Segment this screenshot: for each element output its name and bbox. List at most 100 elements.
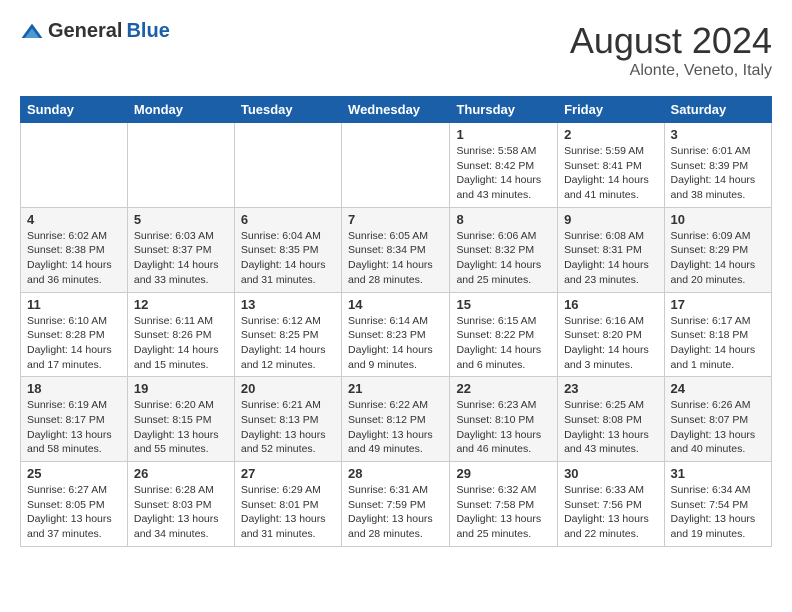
day-info: Sunrise: 6:05 AM Sunset: 8:34 PM Dayligh… — [348, 229, 443, 288]
day-info: Sunrise: 6:04 AM Sunset: 8:35 PM Dayligh… — [241, 229, 335, 288]
day-info: Sunrise: 6:11 AM Sunset: 8:26 PM Dayligh… — [134, 314, 228, 373]
title-area: August 2024 Alonte, Veneto, Italy — [570, 20, 772, 80]
day-info: Sunrise: 6:31 AM Sunset: 7:59 PM Dayligh… — [348, 483, 443, 542]
day-number: 23 — [564, 381, 657, 396]
calendar-cell: 3Sunrise: 6:01 AM Sunset: 8:39 PM Daylig… — [664, 123, 771, 208]
calendar-cell: 16 Sunrise: 6:16 AM Sunset: 8:20 PM Dayli… — [558, 292, 664, 377]
day-number: 11 — [27, 297, 121, 312]
day-info: Sunrise: 6:19 AM Sunset: 8:17 PM Dayligh… — [27, 398, 121, 457]
day-number: 24 — [671, 381, 765, 396]
day-number: 1 — [456, 127, 551, 142]
calendar-cell: 13 Sunrise: 6:12 AM Sunset: 8:25 PM Dayli… — [234, 292, 341, 377]
calendar-cell: 20Sunrise: 6:21 AM Sunset: 8:13 PM Dayli… — [234, 377, 341, 462]
calendar-week-row: 4Sunrise: 6:02 AM Sunset: 8:38 PM Daylig… — [21, 207, 772, 292]
day-info: Sunrise: 6:22 AM Sunset: 8:12 PM Dayligh… — [348, 398, 443, 457]
calendar-cell — [342, 123, 450, 208]
day-number: 19 — [134, 381, 228, 396]
day-info: Sunrise: 6:09 AM Sunset: 8:29 PM Dayligh… — [671, 229, 765, 288]
day-number: 8 — [456, 212, 551, 227]
header: GeneralBlue August 2024 Alonte, Veneto, … — [20, 20, 772, 80]
day-info: Sunrise: 6:12 AM Sunset: 8:25 PM Dayligh… — [241, 314, 335, 373]
calendar-cell — [234, 123, 341, 208]
logo-general: General — [48, 20, 122, 43]
calendar-cell: 7 Sunrise: 6:05 AM Sunset: 8:34 PM Daylig… — [342, 207, 450, 292]
day-number: 29 — [456, 466, 551, 481]
location-subtitle: Alonte, Veneto, Italy — [570, 62, 772, 80]
day-number: 4 — [27, 212, 121, 227]
logo-area: GeneralBlue — [20, 20, 170, 43]
calendar-cell: 15Sunrise: 6:15 AM Sunset: 8:22 PM Dayli… — [450, 292, 558, 377]
weekday-header-wednesday: Wednesday — [342, 97, 450, 123]
weekday-header-tuesday: Tuesday — [234, 97, 341, 123]
day-info: Sunrise: 6:20 AM Sunset: 8:15 PM Dayligh… — [134, 398, 228, 457]
day-number: 31 — [671, 466, 765, 481]
day-number: 10 — [671, 212, 765, 227]
month-title: August 2024 — [570, 20, 772, 62]
day-info: Sunrise: 6:26 AM Sunset: 8:07 PM Dayligh… — [671, 398, 765, 457]
day-number: 30 — [564, 466, 657, 481]
weekday-header-sunday: Sunday — [21, 97, 128, 123]
day-number: 13 — [241, 297, 335, 312]
calendar-cell: 5 Sunrise: 6:03 AM Sunset: 8:37 PM Daylig… — [127, 207, 234, 292]
weekday-header-monday: Monday — [127, 97, 234, 123]
day-number: 16 — [564, 297, 657, 312]
calendar-table: SundayMondayTuesdayWednesdayThursdayFrid… — [20, 96, 772, 547]
calendar-cell: 21 Sunrise: 6:22 AM Sunset: 8:12 PM Dayli… — [342, 377, 450, 462]
day-info: Sunrise: 6:17 AM Sunset: 8:18 PM Dayligh… — [671, 314, 765, 373]
day-info: Sunrise: 6:28 AM Sunset: 8:03 PM Dayligh… — [134, 483, 228, 542]
day-info: Sunrise: 6:08 AM Sunset: 8:31 PM Dayligh… — [564, 229, 657, 288]
calendar-cell: 29 Sunrise: 6:32 AM Sunset: 7:58 PM Dayli… — [450, 462, 558, 547]
day-info: Sunrise: 6:03 AM Sunset: 8:37 PM Dayligh… — [134, 229, 228, 288]
calendar-week-row: 1 Sunrise: 5:58 AM Sunset: 8:42 PM Daylig… — [21, 123, 772, 208]
logo-icon — [20, 22, 44, 42]
day-number: 26 — [134, 466, 228, 481]
calendar-cell — [21, 123, 128, 208]
calendar-cell: 11 Sunrise: 6:10 AM Sunset: 8:28 PM Dayli… — [21, 292, 128, 377]
calendar-cell: 2 Sunrise: 5:59 AM Sunset: 8:41 PM Daylig… — [558, 123, 664, 208]
day-number: 25 — [27, 466, 121, 481]
calendar-cell: 12 Sunrise: 6:11 AM Sunset: 8:26 PM Dayli… — [127, 292, 234, 377]
calendar-cell: 23 Sunrise: 6:25 AM Sunset: 8:08 PM Dayli… — [558, 377, 664, 462]
day-number: 12 — [134, 297, 228, 312]
day-info: Sunrise: 6:25 AM Sunset: 8:08 PM Dayligh… — [564, 398, 657, 457]
day-info: Sunrise: 6:33 AM Sunset: 7:56 PM Dayligh… — [564, 483, 657, 542]
day-info: Sunrise: 5:59 AM Sunset: 8:41 PM Dayligh… — [564, 144, 657, 203]
weekday-header-row: SundayMondayTuesdayWednesdayThursdayFrid… — [21, 97, 772, 123]
calendar-week-row: 18 Sunrise: 6:19 AM Sunset: 8:17 PM Dayli… — [21, 377, 772, 462]
day-number: 28 — [348, 466, 443, 481]
calendar-week-row: 11 Sunrise: 6:10 AM Sunset: 8:28 PM Dayli… — [21, 292, 772, 377]
calendar-cell: 6 Sunrise: 6:04 AM Sunset: 8:35 PM Daylig… — [234, 207, 341, 292]
day-number: 21 — [348, 381, 443, 396]
calendar-cell: 10 Sunrise: 6:09 AM Sunset: 8:29 PM Dayli… — [664, 207, 771, 292]
day-number: 18 — [27, 381, 121, 396]
calendar-cell: 31Sunrise: 6:34 AM Sunset: 7:54 PM Dayli… — [664, 462, 771, 547]
day-info: Sunrise: 6:32 AM Sunset: 7:58 PM Dayligh… — [456, 483, 551, 542]
day-info: Sunrise: 6:16 AM Sunset: 8:20 PM Dayligh… — [564, 314, 657, 373]
day-number: 6 — [241, 212, 335, 227]
calendar-cell: 24 Sunrise: 6:26 AM Sunset: 8:07 PM Dayli… — [664, 377, 771, 462]
calendar-cell: 22Sunrise: 6:23 AM Sunset: 8:10 PM Dayli… — [450, 377, 558, 462]
day-number: 17 — [671, 297, 765, 312]
calendar-cell: 25 Sunrise: 6:27 AM Sunset: 8:05 PM Dayli… — [21, 462, 128, 547]
day-number: 14 — [348, 297, 443, 312]
calendar-cell: 27Sunrise: 6:29 AM Sunset: 8:01 PM Dayli… — [234, 462, 341, 547]
calendar-cell: 9 Sunrise: 6:08 AM Sunset: 8:31 PM Daylig… — [558, 207, 664, 292]
day-number: 9 — [564, 212, 657, 227]
calendar-cell: 1 Sunrise: 5:58 AM Sunset: 8:42 PM Daylig… — [450, 123, 558, 208]
weekday-header-saturday: Saturday — [664, 97, 771, 123]
calendar-cell: 19 Sunrise: 6:20 AM Sunset: 8:15 PM Dayli… — [127, 377, 234, 462]
day-number: 5 — [134, 212, 228, 227]
calendar-cell: 28 Sunrise: 6:31 AM Sunset: 7:59 PM Dayli… — [342, 462, 450, 547]
day-info: Sunrise: 6:10 AM Sunset: 8:28 PM Dayligh… — [27, 314, 121, 373]
day-info: Sunrise: 6:27 AM Sunset: 8:05 PM Dayligh… — [27, 483, 121, 542]
day-number: 7 — [348, 212, 443, 227]
weekday-header-thursday: Thursday — [450, 97, 558, 123]
day-number: 3 — [671, 127, 765, 142]
day-number: 2 — [564, 127, 657, 142]
calendar-cell: 18 Sunrise: 6:19 AM Sunset: 8:17 PM Dayli… — [21, 377, 128, 462]
logo: GeneralBlue — [20, 20, 170, 43]
calendar-cell — [127, 123, 234, 208]
weekday-header-friday: Friday — [558, 97, 664, 123]
day-number: 15 — [456, 297, 551, 312]
day-info: Sunrise: 5:58 AM Sunset: 8:42 PM Dayligh… — [456, 144, 551, 203]
